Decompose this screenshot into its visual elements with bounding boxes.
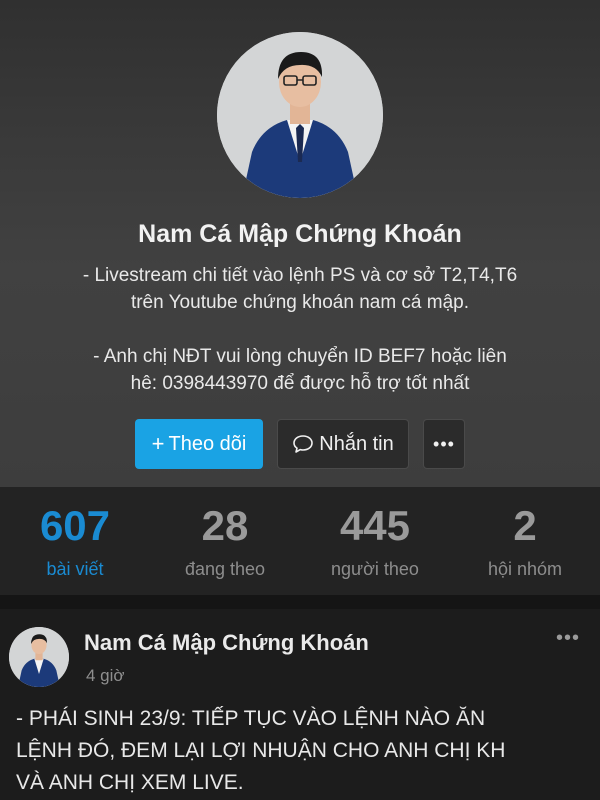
stat-groups[interactable]: 2 hội nhóm	[450, 487, 600, 595]
profile-name: Nam Cá Mập Chứng Khoán	[138, 220, 462, 248]
post-card: Nam Cá Mập Chứng Khoán 4 giờ ••• - PHÁI …	[0, 609, 600, 800]
post-author-name[interactable]: Nam Cá Mập Chứng Khoán	[84, 630, 369, 656]
post-timestamp: 4 giờ	[86, 666, 125, 685]
avatar-image	[217, 32, 383, 198]
avatar-image	[9, 627, 69, 687]
more-options-button[interactable]: •••	[423, 419, 465, 469]
profile-bio: - Livestream chi tiết vào lệnh PS và cơ …	[40, 262, 560, 397]
more-icon: •••	[433, 433, 455, 454]
stat-label: bài viết	[46, 559, 104, 579]
stat-label: người theo	[331, 559, 419, 579]
stat-value: 2	[513, 502, 537, 549]
bio-line: - Anh chị NĐT vui lòng chuyển ID BEF7 ho…	[93, 346, 507, 367]
bio-line: hê: 0398443970 để được hỗ trợ tốt nhất	[130, 373, 470, 394]
message-button-label: Nhắn tin	[319, 432, 394, 455]
post-body-line: - PHÁI SINH 23/9: TIẾP TỤC VÀO LỆNH NÀO …	[16, 707, 486, 730]
stat-posts[interactable]: 607 bài viết	[0, 487, 150, 595]
stat-label: hội nhóm	[487, 559, 563, 579]
post-body-line: LỆNH ĐÓ, ĐEM LẠI LỢI NHUẬN CHO ANH CHỊ K…	[16, 739, 506, 762]
profile-actions: + Theo dõi Nhắn tin •••	[0, 419, 600, 469]
bio-line: - Livestream chi tiết vào lệnh PS và cơ …	[82, 265, 518, 286]
stat-followers[interactable]: 445 người theo	[300, 487, 450, 595]
follow-button[interactable]: + Theo dõi	[135, 419, 263, 469]
message-button[interactable]: Nhắn tin	[277, 419, 409, 469]
bio-line: trên Youtube chứng khoán nam cá mập.	[130, 292, 470, 313]
profile-stats: 607 bài viết 28 đang theo 445 người theo…	[0, 487, 600, 595]
stat-label: đang theo	[184, 559, 266, 579]
stat-value: 445	[339, 502, 411, 549]
profile-header: Nam Cá Mập Chứng Khoán - Livestream chi …	[0, 0, 600, 487]
profile-avatar[interactable]	[217, 32, 383, 198]
section-divider	[0, 595, 600, 609]
post-body: - PHÁI SINH 23/9: TIẾP TỤC VÀO LỆNH NÀO …	[16, 703, 586, 799]
stat-value: 28	[201, 502, 249, 549]
post-more-icon[interactable]: •••	[556, 627, 580, 650]
post-body-line: VÀ ANH CHỊ XEM LIVE.	[16, 771, 244, 794]
chat-bubble-icon	[293, 435, 314, 453]
bio-spacer	[40, 316, 560, 343]
post-author-avatar[interactable]	[9, 627, 69, 687]
plus-icon: +	[151, 431, 165, 456]
stat-value: 607	[39, 502, 111, 549]
stat-following[interactable]: 28 đang theo	[150, 487, 300, 595]
follow-button-label: Theo dõi	[168, 432, 247, 455]
